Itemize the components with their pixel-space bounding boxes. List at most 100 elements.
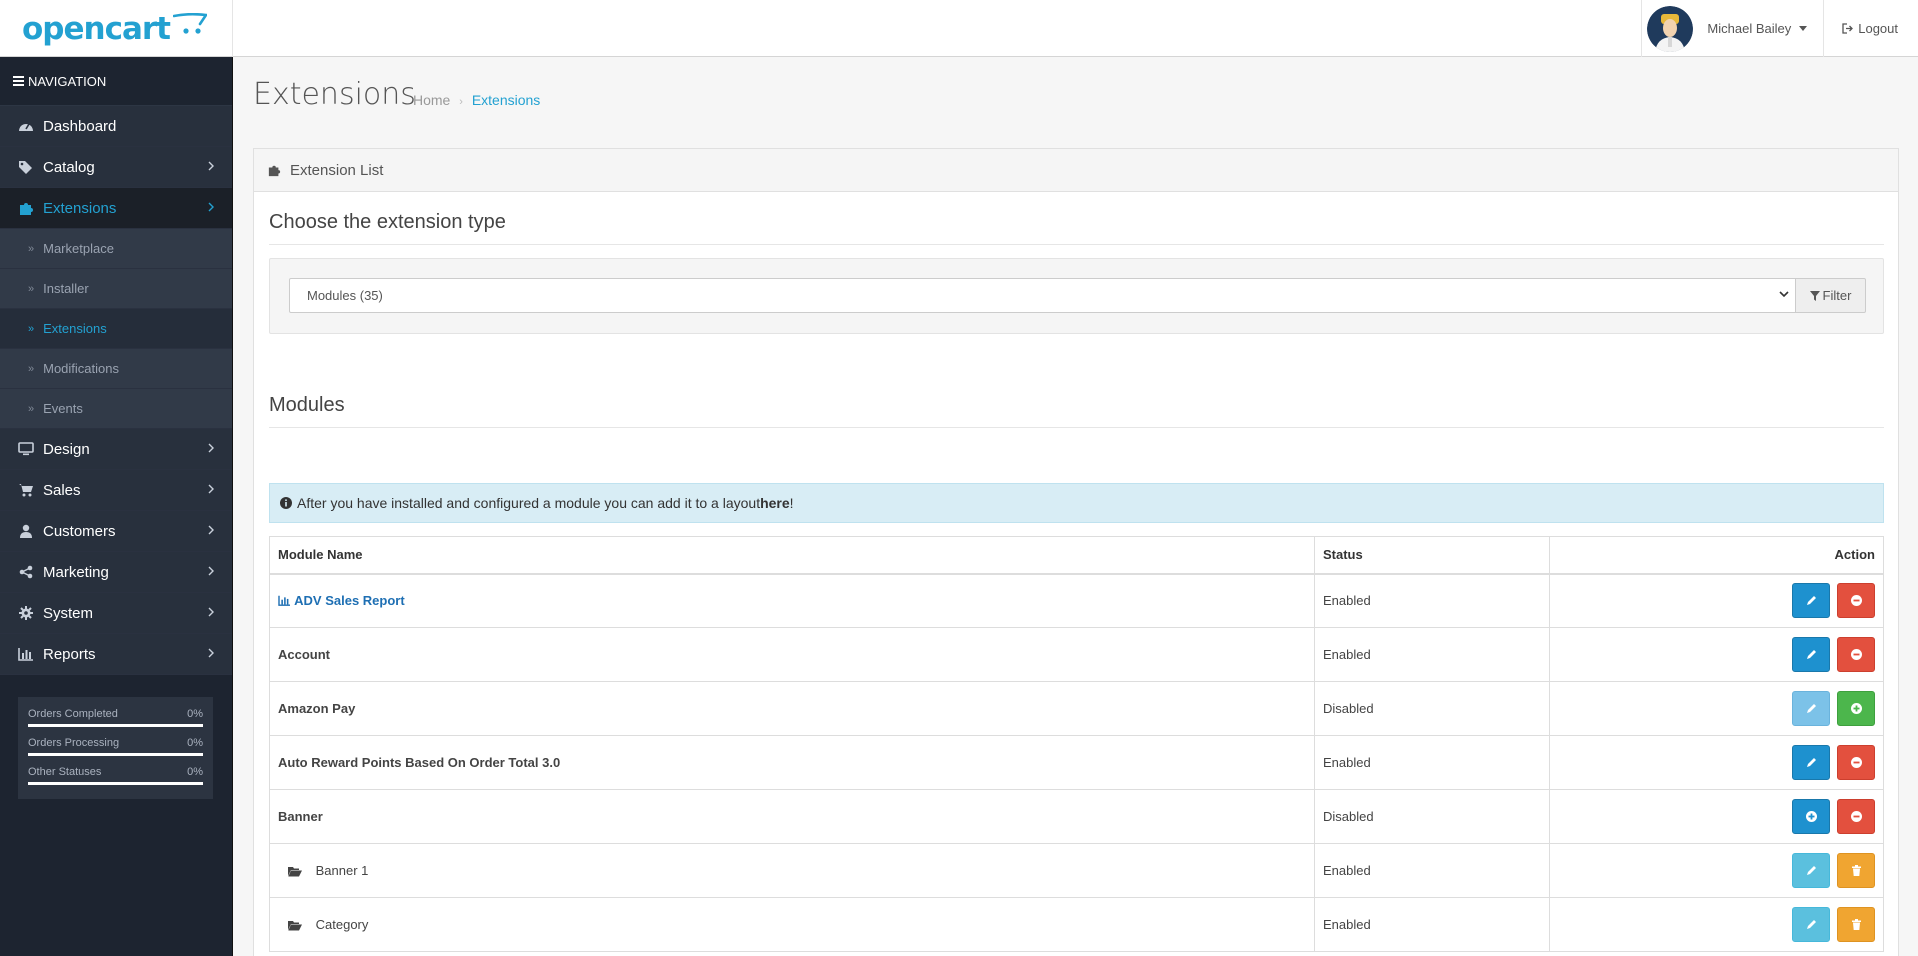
minus-circle-icon — [1851, 649, 1862, 660]
install-button[interactable] — [1837, 691, 1875, 726]
edit-button[interactable] — [1792, 745, 1831, 780]
minus-circle-icon — [1851, 757, 1862, 768]
filter-button[interactable]: Filter — [1795, 278, 1866, 313]
double-chevron-icon: » — [28, 402, 35, 415]
puzzle-icon — [268, 165, 281, 176]
pencil-icon — [1807, 758, 1817, 767]
progress-bar — [28, 724, 203, 727]
bar-chart-icon — [278, 596, 290, 607]
sidebar-item-extensions[interactable]: Extensions — [0, 188, 232, 229]
extension-list-panel: Extension List Choose the extension type… — [253, 148, 1899, 956]
delete-button[interactable] — [1837, 853, 1875, 888]
edit-button[interactable] — [1792, 691, 1831, 726]
row-actions — [1549, 735, 1884, 790]
sidebar-item-customers[interactable]: Customers — [0, 511, 232, 552]
module-instance-name: Category — [315, 917, 369, 932]
uninstall-button[interactable] — [1837, 799, 1875, 834]
breadcrumb: Home › Extensions — [413, 92, 540, 108]
table-row: ADV Sales Report Enabled — [269, 573, 1884, 628]
delete-button[interactable] — [1837, 907, 1875, 942]
cart-icon — [17, 483, 35, 497]
row-actions — [1549, 681, 1884, 736]
stat-orders-processing: Orders Processing 0% — [28, 737, 203, 756]
stat-value: 0% — [187, 708, 203, 720]
sidebar-item-system[interactable]: System — [0, 593, 232, 634]
plus-circle-icon — [1806, 811, 1818, 822]
sidebar-item-label: Reports — [43, 645, 96, 663]
sidebar-item-sales[interactable]: Sales — [0, 470, 232, 511]
chevron-right-icon — [208, 484, 214, 494]
module-status: Disabled — [1314, 681, 1550, 736]
sidebar-subitem-events[interactable]: » Events — [0, 389, 232, 429]
logo[interactable]: opencart — [0, 0, 233, 57]
uninstall-button[interactable] — [1837, 637, 1875, 672]
user-icon — [17, 524, 35, 538]
nav-toggle[interactable]: NAVIGATION — [0, 57, 232, 106]
sidebar-item-label: Dashboard — [43, 117, 117, 135]
choose-type-heading: Choose the extension type — [269, 211, 1884, 245]
column-header-name[interactable]: Module Name — [269, 536, 1315, 575]
module-name-link[interactable]: ADV Sales Report — [269, 573, 1315, 628]
sidebar-item-reports[interactable]: Reports — [0, 634, 232, 675]
chevron-right-icon — [208, 566, 214, 576]
alert-link[interactable]: here — [760, 495, 790, 511]
sidebar-item-catalog[interactable]: Catalog — [0, 147, 232, 188]
trash-icon — [1852, 865, 1861, 876]
breadcrumb-extensions[interactable]: Extensions — [472, 92, 540, 108]
chevron-down-icon — [1799, 26, 1808, 31]
module-name: ADV Sales Report — [294, 593, 405, 609]
uninstall-button[interactable] — [1837, 583, 1875, 619]
stat-label: Orders Processing — [28, 737, 120, 749]
sidebar-subitem-label: Extensions — [43, 321, 107, 336]
module-instance: Category — [269, 897, 1315, 952]
table-row: Account Enabled — [269, 627, 1884, 682]
logout-button[interactable]: Logout — [1823, 0, 1918, 57]
extension-type-select[interactable]: Modules (35) — [289, 278, 1796, 313]
sidebar-subitem-marketplace[interactable]: » Marketplace — [0, 229, 232, 269]
minus-circle-icon — [1851, 811, 1862, 822]
folder-open-icon — [288, 921, 302, 931]
progress-bar — [28, 782, 203, 785]
sidebar-subitem-installer[interactable]: » Installer — [0, 269, 232, 309]
dashboard-icon — [17, 119, 35, 133]
edit-button[interactable] — [1792, 637, 1831, 672]
share-icon — [17, 565, 35, 579]
chevron-right-icon — [208, 607, 214, 617]
sidebar-item-marketing[interactable]: Marketing — [0, 552, 232, 593]
stat-label: Other Statuses — [28, 766, 102, 778]
chevron-right-icon — [208, 161, 214, 171]
sidebar-item-dashboard[interactable]: Dashboard — [0, 106, 232, 147]
add-module-button[interactable] — [1792, 799, 1831, 834]
sidebar-item-design[interactable]: Design — [0, 429, 232, 470]
filter-label: Filter — [1822, 288, 1852, 303]
module-name: Auto Reward Points Based On Order Total … — [269, 735, 1315, 790]
logout-label: Logout — [1858, 21, 1898, 36]
edit-button[interactable] — [1792, 583, 1831, 619]
sidebar-subitem-extensions[interactable]: » Extensions — [0, 309, 232, 349]
chevron-right-icon — [208, 202, 214, 212]
sidebar-subitem-modifications[interactable]: » Modifications — [0, 349, 232, 389]
module-status: Enabled — [1314, 735, 1550, 790]
edit-button[interactable] — [1792, 907, 1831, 942]
info-circle-icon — [280, 497, 292, 509]
edit-button[interactable] — [1792, 853, 1831, 888]
user-name: Michael Bailey — [1707, 21, 1792, 36]
user-menu[interactable]: Michael Bailey — [1641, 0, 1823, 57]
stat-value: 0% — [187, 737, 203, 749]
puzzle-icon — [17, 201, 35, 216]
sidebar-item-label: Marketing — [43, 563, 109, 581]
breadcrumb-home[interactable]: Home — [413, 92, 450, 108]
sidebar-subitem-label: Installer — [43, 281, 89, 296]
chevron-right-icon — [208, 443, 214, 453]
module-instance: Banner 1 — [269, 843, 1315, 898]
sign-out-icon — [1842, 23, 1854, 34]
order-stats: Orders Completed 0% Orders Processing 0% O… — [18, 697, 213, 799]
bar-chart-icon — [17, 647, 35, 661]
double-chevron-icon: » — [28, 282, 35, 295]
uninstall-button[interactable] — [1837, 745, 1875, 780]
gear-icon — [17, 606, 35, 620]
monitor-icon — [17, 442, 35, 456]
row-actions — [1549, 897, 1884, 952]
filter-well: Modules (35) Filter — [269, 258, 1884, 334]
top-header: opencart Michael Bailey Logout — [0, 0, 1918, 57]
